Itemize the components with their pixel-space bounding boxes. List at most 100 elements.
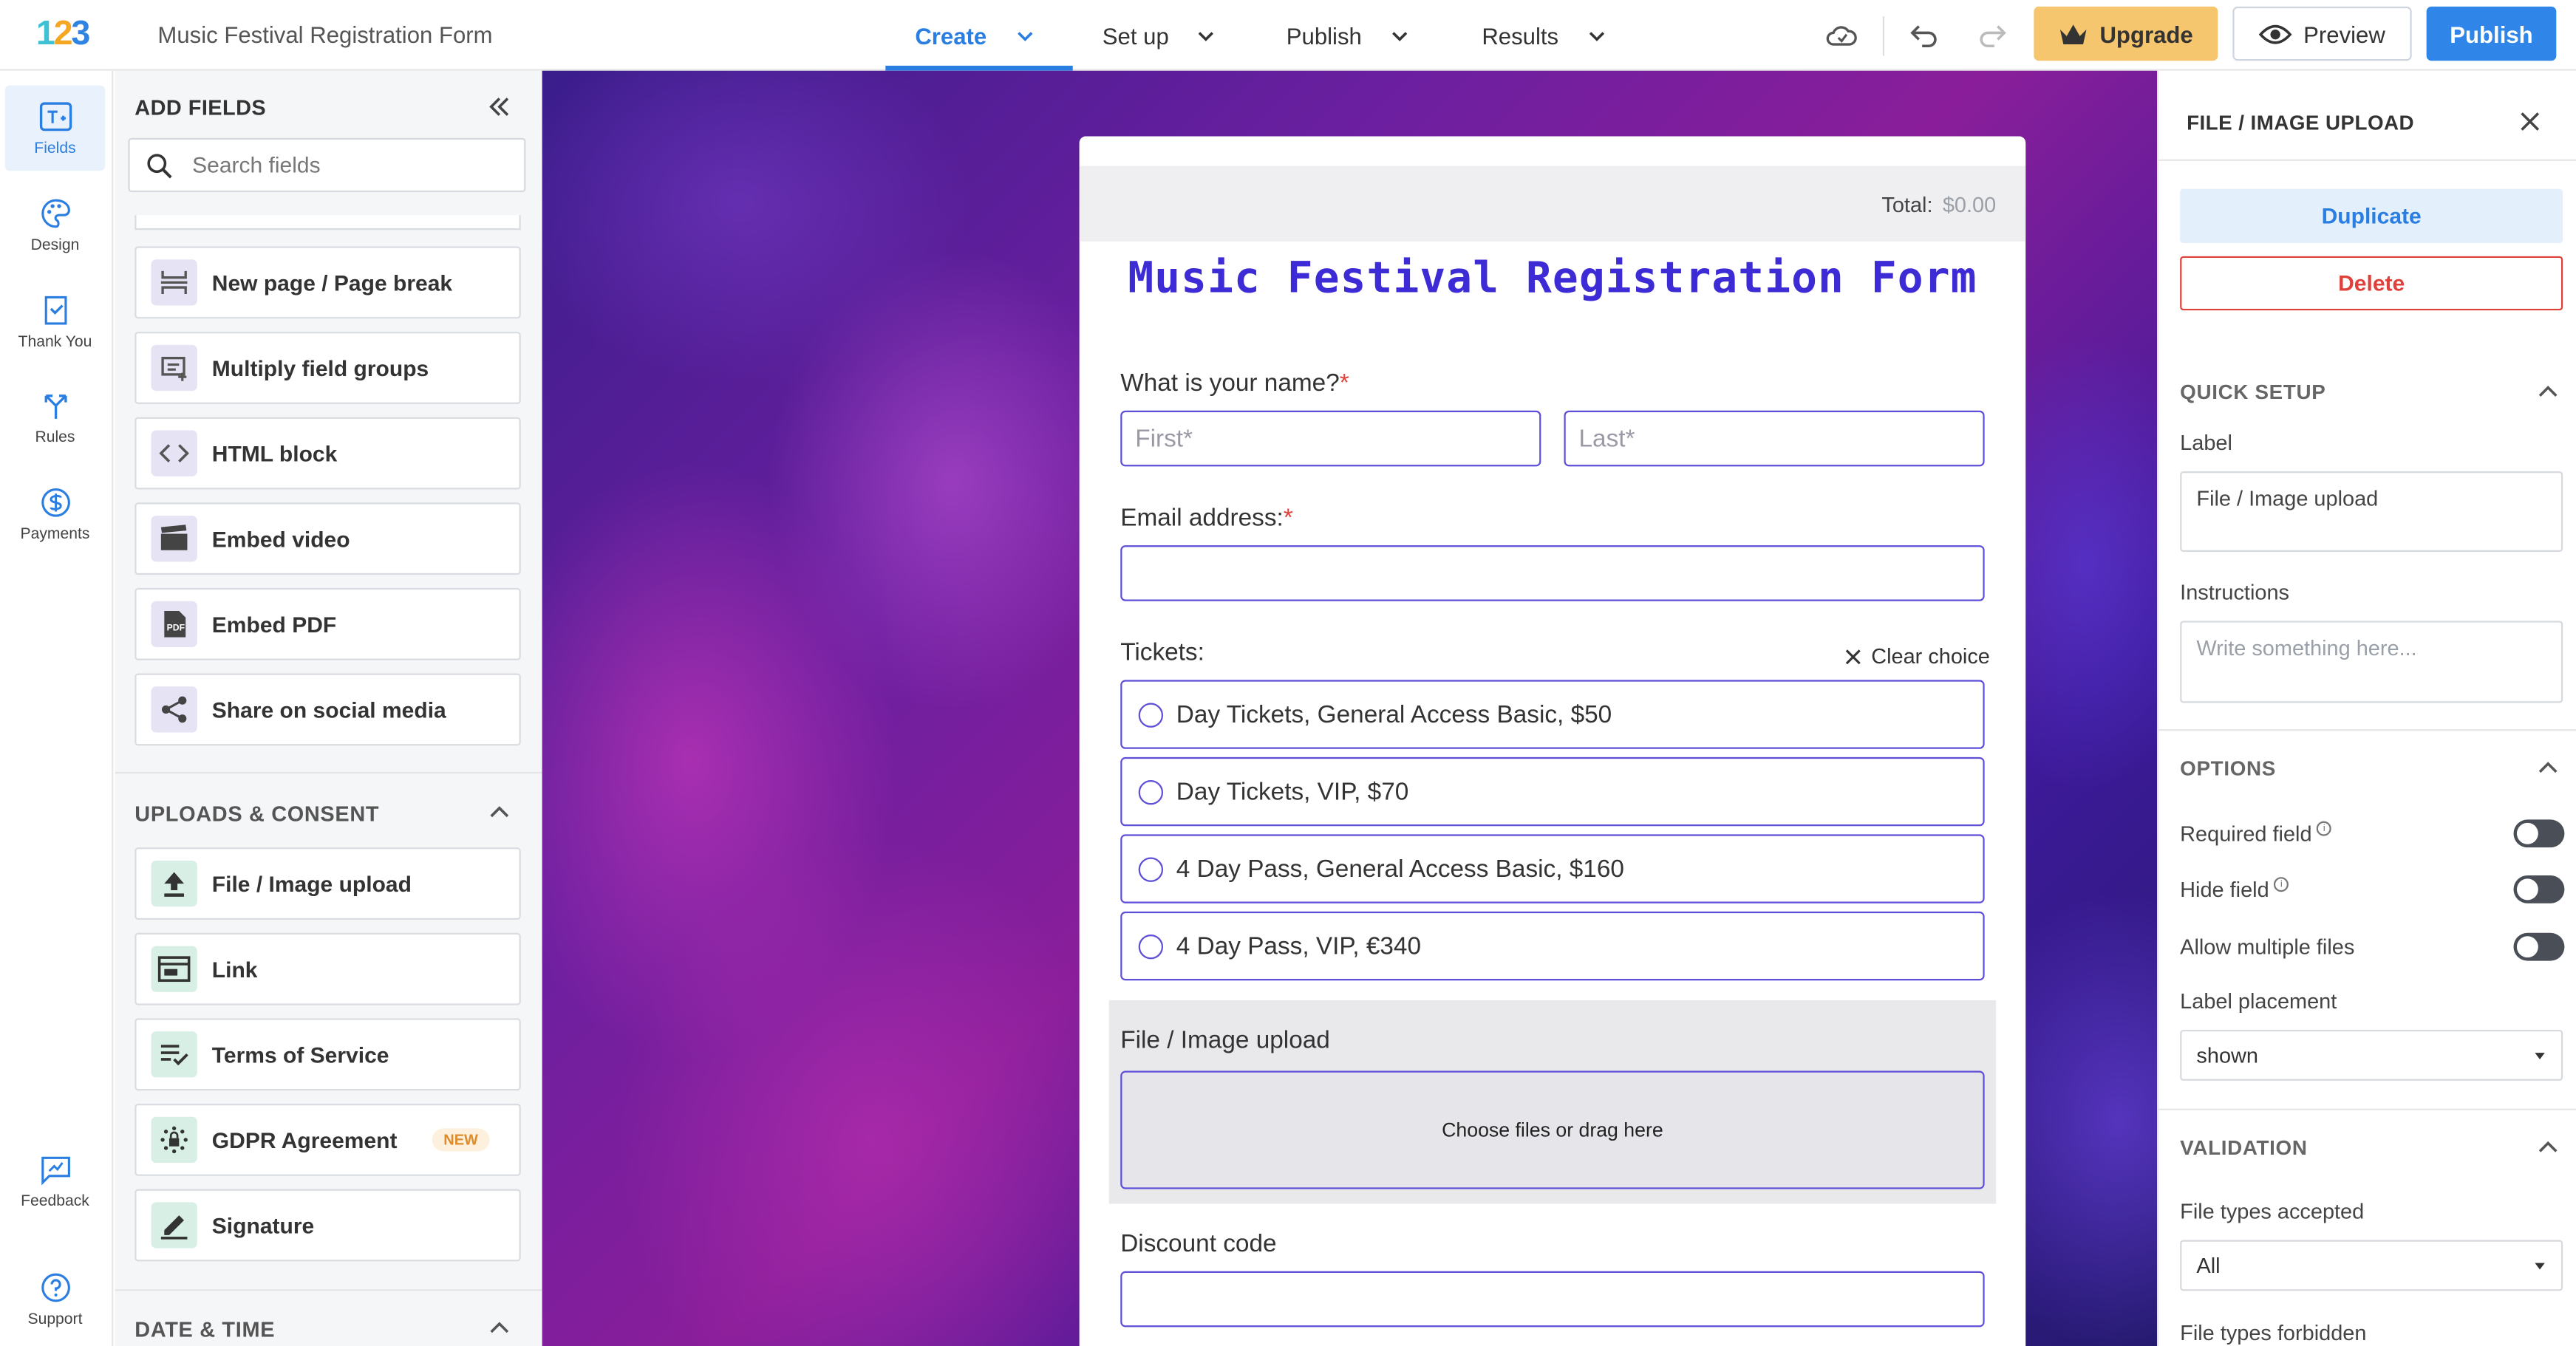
section-uploads-consent[interactable]: UPLOADS & CONSENT (134, 802, 379, 826)
tab-create-label: Create (915, 22, 987, 49)
thank-you-icon (44, 295, 67, 324)
label-input[interactable]: File / Image upload (2180, 471, 2563, 552)
chevron-down-icon (1589, 31, 1604, 41)
rail-item-rules[interactable]: Rules (5, 375, 106, 460)
form-heading[interactable]: Music Festival Registration Form (1080, 255, 2026, 304)
ticket-option[interactable]: 4 Day Pass, VIP, €340 (1120, 911, 1985, 981)
label-placement-label: Label placement (2180, 988, 2337, 1014)
preview-label: Preview (2303, 20, 2385, 47)
field-link[interactable]: Link (134, 932, 521, 1005)
field-label: Signature (211, 1212, 315, 1238)
rail-item-support[interactable]: Support (5, 1257, 106, 1342)
info-icon[interactable]: i (2317, 821, 2332, 836)
ticket-option[interactable]: Day Tickets, VIP, $70 (1120, 756, 1985, 827)
tab-publish[interactable]: Publish (1287, 0, 1408, 71)
form-title[interactable]: Music Festival Registration Form (157, 21, 492, 48)
radio-button[interactable] (1138, 702, 1164, 727)
chevron-up-icon[interactable] (490, 803, 510, 819)
undo-icon[interactable] (1906, 18, 1942, 54)
required-field-toggle[interactable] (2513, 819, 2565, 848)
hide-field-toggle[interactable] (2513, 875, 2565, 903)
upload-field-selected[interactable]: File / Image upload Choose files or drag… (1108, 1000, 1997, 1204)
tab-setup[interactable]: Set up (1103, 0, 1215, 71)
label-placement-value: shown (2196, 1042, 2258, 1068)
dropdown-caret-icon (2535, 1263, 2545, 1270)
redo-icon[interactable] (1974, 18, 2011, 54)
field-signature[interactable]: Signature (134, 1189, 521, 1262)
logo[interactable]: 123 (36, 15, 90, 54)
section-options[interactable]: OPTIONS (2180, 757, 2276, 780)
allow-multiple-toggle[interactable] (2513, 932, 2565, 961)
palette-icon (41, 198, 69, 228)
rail-item-feedback[interactable]: Feedback (5, 1138, 106, 1224)
instructions-input[interactable]: Write something here... (2180, 621, 2563, 703)
field-label: File / Image upload (211, 871, 412, 896)
ticket-option[interactable]: 4 Day Pass, General Access Basic, $160 (1120, 834, 1985, 903)
chevron-down-icon (1017, 31, 1032, 41)
name-question[interactable]: What is your name?* (1120, 369, 1349, 397)
rail-item-design[interactable]: Design (5, 182, 106, 268)
field-label: HTML block (211, 440, 338, 466)
types-accepted-select[interactable]: All (2180, 1240, 2563, 1291)
tab-create[interactable]: Create (885, 0, 1073, 71)
email-input[interactable] (1120, 545, 1985, 601)
rules-icon (44, 394, 67, 418)
divider (2158, 159, 2576, 161)
preview-button[interactable]: Preview (2232, 6, 2412, 61)
discount-label[interactable]: Discount code (1120, 1230, 1276, 1258)
field-multiply-groups[interactable]: Multiply field groups (134, 332, 521, 404)
field-terms[interactable]: Terms of Service (134, 1018, 521, 1091)
duplicate-button[interactable]: Duplicate (2180, 188, 2563, 244)
first-name-input[interactable]: First* (1120, 410, 1541, 467)
field-gdpr[interactable]: GDPR Agreement NEW (134, 1103, 521, 1176)
clear-choice-button[interactable]: Clear choice (1845, 643, 1990, 669)
publish-button[interactable]: Publish (2426, 6, 2557, 61)
gdpr-icon (151, 1116, 197, 1164)
label-placement-select[interactable]: shown (2180, 1029, 2563, 1081)
upgrade-button[interactable]: Upgrade (2034, 6, 2218, 61)
chevron-up-icon[interactable] (490, 1319, 510, 1335)
email-question[interactable]: Email address:* (1120, 505, 1293, 533)
field-share-social[interactable]: Share on social media (134, 673, 521, 746)
close-icon[interactable] (2518, 110, 2541, 133)
file-drop-zone[interactable]: Choose files or drag here (1120, 1070, 1985, 1189)
last-name-input[interactable]: Last* (1564, 410, 1985, 467)
field-page-break[interactable]: New page / Page break (134, 246, 521, 319)
section-validation[interactable]: VALIDATION (2180, 1136, 2307, 1159)
field-groups-icon (151, 344, 197, 392)
signature-icon (151, 1202, 197, 1248)
radio-button[interactable] (1138, 856, 1164, 881)
collapse-panel-icon[interactable] (486, 94, 513, 120)
search-placeholder: Search fields (192, 152, 321, 178)
tickets-label[interactable]: Tickets: (1120, 639, 1204, 667)
radio-button[interactable] (1138, 779, 1164, 804)
rail-payments-label: Payments (20, 525, 90, 543)
instructions-label: Instructions (2180, 579, 2289, 605)
delete-button[interactable]: Delete (2180, 256, 2563, 311)
upgrade-label: Upgrade (2099, 20, 2193, 47)
discount-input[interactable] (1120, 1271, 1985, 1328)
field-embed-pdf[interactable]: PDF Embed PDF (134, 587, 521, 660)
field-embed-video[interactable]: Embed video (134, 502, 521, 575)
card-top (1079, 136, 2026, 166)
field-file-upload[interactable]: File / Image upload (134, 847, 521, 920)
section-date-time[interactable]: DATE & TIME (134, 1317, 275, 1342)
fields-icon (38, 101, 72, 131)
chevron-up-icon[interactable] (2538, 1138, 2558, 1155)
rail-item-thank-you[interactable]: Thank You (5, 279, 106, 365)
section-quick-setup[interactable]: QUICK SETUP (2180, 381, 2325, 404)
chevron-up-icon[interactable] (2538, 383, 2558, 399)
search-fields-input[interactable]: Search fields (128, 137, 526, 193)
list-item-partial (134, 215, 521, 230)
rail-item-fields[interactable]: Fields (4, 85, 106, 171)
left-rail: Fields Design Thank You Rules Payments F… (0, 70, 114, 1346)
dropdown-caret-icon (2535, 1053, 2545, 1059)
rail-item-payments[interactable]: Payments (5, 471, 106, 557)
ticket-option[interactable]: Day Tickets, General Access Basic, $50 (1120, 680, 1985, 749)
cloud-saved-icon[interactable] (1824, 18, 1860, 54)
tab-results[interactable]: Results (1482, 0, 1604, 71)
field-html-block[interactable]: HTML block (134, 417, 521, 490)
chevron-up-icon[interactable] (2538, 759, 2558, 775)
radio-button[interactable] (1138, 933, 1164, 959)
info-icon[interactable]: i (2274, 877, 2289, 892)
